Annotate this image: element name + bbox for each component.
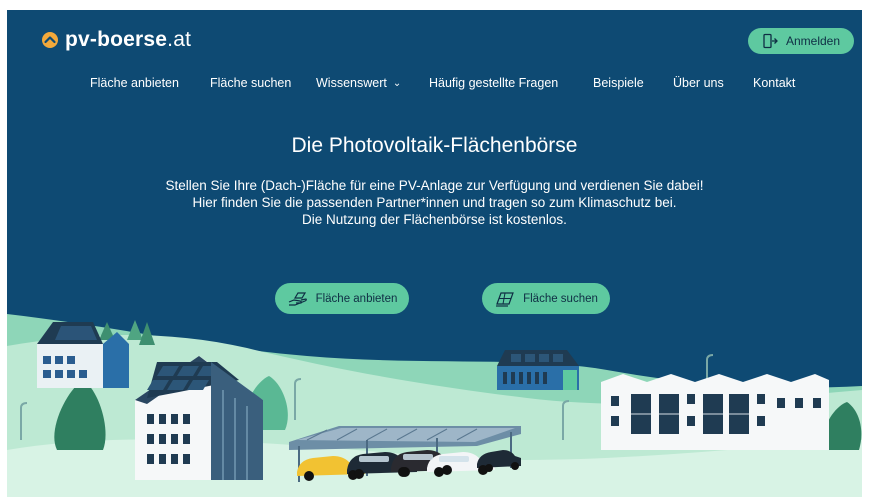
nav-label: Über uns bbox=[673, 76, 724, 90]
chevron-down-icon: ⌄ bbox=[392, 78, 402, 89]
nav-item-ueber-uns[interactable]: Über uns bbox=[673, 76, 724, 90]
nav-item-flaeche-suchen[interactable]: Fläche suchen bbox=[210, 76, 291, 90]
intro-line: Stellen Sie Ihre (Dach-)Fläche für eine … bbox=[165, 178, 704, 193]
hero-intro: Stellen Sie Ihre (Dach-)Fläche für eine … bbox=[7, 177, 862, 228]
nav-item-flaeche-anbieten[interactable]: Fläche anbieten bbox=[90, 76, 179, 90]
logo-tld: .at bbox=[167, 28, 192, 51]
intro-line: Hier finden Sie die passenden Partner*in… bbox=[192, 195, 677, 210]
nav-label: Häufig gestellte Fragen bbox=[429, 76, 559, 90]
hand-offer-icon bbox=[288, 291, 307, 306]
search-area-button[interactable]: Fläche suchen bbox=[482, 283, 610, 314]
intro-line: Die Nutzung der Flächenbörse ist kostenl… bbox=[302, 212, 567, 227]
nav-label: Wissenswert bbox=[316, 76, 387, 90]
hero-section: pv-boerse.at Anmelden Fläche anbieten Fl… bbox=[7, 10, 862, 497]
main-navigation: Fläche anbieten Fläche suchen Wissenswer… bbox=[7, 76, 862, 96]
offer-area-button[interactable]: Fläche anbieten bbox=[275, 283, 409, 314]
logo-name: pv-boerse bbox=[65, 28, 168, 51]
search-area-label: Fläche suchen bbox=[523, 292, 598, 305]
nav-item-kontakt[interactable]: Kontakt bbox=[753, 76, 795, 90]
page: pv-boerse.at Anmelden Fläche anbieten Fl… bbox=[0, 0, 869, 497]
sun-chevron-icon bbox=[42, 32, 58, 48]
nav-item-wissenswert[interactable]: Wissenswert ⌄ bbox=[316, 76, 401, 90]
page-title: Die Photovoltaik-Flächenbörse bbox=[291, 134, 578, 157]
offer-area-label: Fläche anbieten bbox=[315, 292, 398, 305]
nav-label: Fläche suchen bbox=[210, 76, 292, 90]
nav-label: Kontakt bbox=[753, 76, 796, 90]
nav-item-beispiele[interactable]: Beispiele bbox=[593, 76, 644, 90]
site-logo[interactable]: pv-boerse.at bbox=[41, 28, 191, 52]
nav-item-faq[interactable]: Häufig gestellte Fragen bbox=[429, 76, 558, 90]
solar-panel-search-icon bbox=[496, 291, 514, 307]
door-enter-icon bbox=[763, 33, 778, 49]
login-button[interactable]: Anmelden bbox=[748, 28, 854, 54]
login-label: Anmelden bbox=[785, 34, 841, 48]
nav-label: Fläche anbieten bbox=[90, 76, 179, 90]
nav-label: Beispiele bbox=[593, 76, 644, 90]
logo-text: pv-boerse.at bbox=[65, 28, 191, 52]
